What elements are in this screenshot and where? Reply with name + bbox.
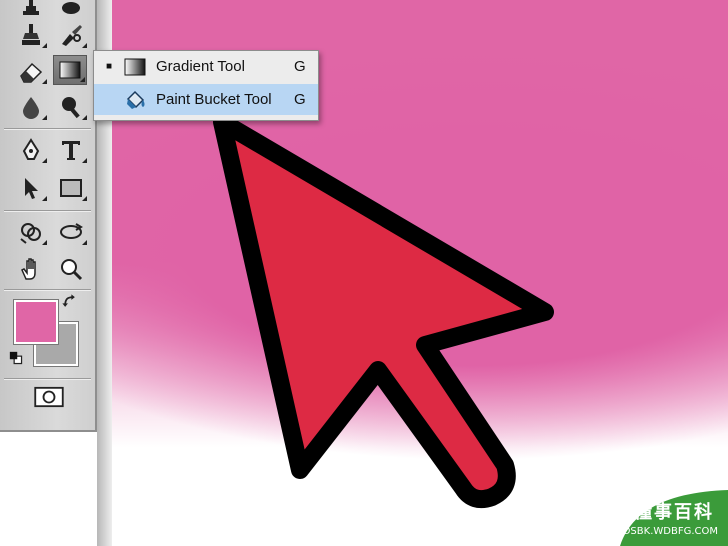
gradient-icon — [124, 58, 146, 75]
history-brush-icon — [62, 25, 82, 46]
3d-rotate-icon — [20, 223, 41, 244]
rectangle-tool[interactable] — [54, 173, 88, 203]
default-colors-icon — [9, 351, 23, 365]
menu-item-label: Gradient Tool — [156, 58, 245, 75]
dodge-icon — [62, 97, 80, 119]
3d-orbit-icon — [60, 223, 83, 239]
eraser-icon — [20, 62, 43, 83]
clone-stamp-icon — [22, 24, 40, 45]
zoom-tool[interactable] — [54, 254, 88, 284]
history-brush-tool[interactable] — [54, 0, 88, 20]
paint-bucket-icon — [126, 90, 145, 109]
history-brush-tool-2[interactable] — [54, 20, 88, 50]
gradient-tool-flyout-menu: ■ Gradient Tool G Paint Bucket Tool G — [93, 50, 319, 121]
quick-mask-button[interactable] — [31, 384, 67, 410]
watermark: 懂事百科 DSBK.WDBFG.COM — [602, 488, 728, 546]
path-selection-icon — [25, 178, 38, 199]
blur-tool[interactable] — [14, 92, 48, 122]
selected-bullet: ■ — [105, 61, 113, 72]
path-selection-tool[interactable] — [14, 173, 48, 203]
type-tool[interactable] — [54, 135, 88, 165]
clone-stamp-icon — [23, 0, 39, 15]
quick-mask-icon — [34, 386, 64, 408]
clone-stamp-tool[interactable] — [14, 0, 48, 20]
hand-icon — [21, 258, 36, 280]
hand-tool[interactable] — [14, 254, 48, 284]
toolbar-separator — [4, 289, 91, 291]
pen-icon — [22, 138, 40, 160]
tools-panel — [0, 0, 97, 432]
rectangle-icon — [60, 179, 82, 197]
menu-item-shortcut: G — [294, 91, 306, 108]
3d-rotate-tool[interactable] — [14, 217, 48, 247]
watermark-url: DSBK.WDBFG.COM — [622, 526, 718, 537]
toolbar-separator — [4, 378, 91, 380]
gradient-tool[interactable] — [53, 55, 87, 85]
3d-orbit-tool[interactable] — [54, 217, 88, 247]
dodge-tool[interactable] — [54, 92, 88, 122]
clone-stamp-tool-2[interactable] — [14, 20, 48, 50]
menu-item-paint-bucket-tool[interactable]: Paint Bucket Tool G — [94, 84, 318, 115]
menu-item-label: Paint Bucket Tool — [156, 91, 272, 108]
pen-tool[interactable] — [14, 135, 48, 165]
switch-colors-icon — [62, 294, 75, 307]
default-colors-button[interactable] — [6, 348, 26, 368]
menu-item-shortcut: G — [294, 58, 306, 75]
foreground-color-swatch[interactable] — [13, 299, 59, 345]
switch-colors-button[interactable] — [58, 292, 82, 312]
blur-icon — [23, 97, 39, 119]
type-icon — [62, 141, 80, 160]
toolbar-separator — [4, 128, 91, 130]
zoom-icon — [61, 259, 83, 281]
history-brush-icon — [62, 2, 80, 14]
menu-item-gradient-tool[interactable]: ■ Gradient Tool G — [94, 51, 318, 82]
toolbar-separator — [4, 210, 91, 212]
eraser-tool[interactable] — [14, 56, 48, 86]
watermark-title: 懂事百科 — [634, 502, 714, 523]
